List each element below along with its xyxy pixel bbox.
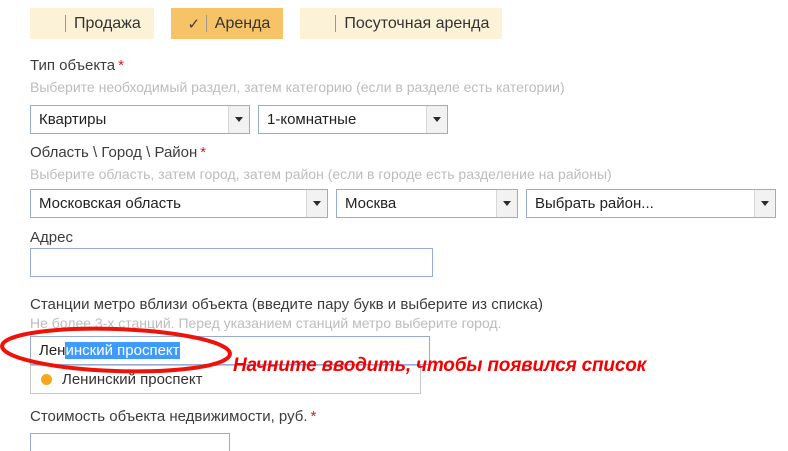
tab-label: Продажа xyxy=(74,15,141,33)
label-text: Тип объекта xyxy=(30,57,115,74)
dropdown-arrow-button[interactable] xyxy=(426,106,447,133)
tab-label: Аренда xyxy=(215,15,271,33)
location-label: Область \ Город \ Район* xyxy=(30,144,206,161)
chevron-down-icon xyxy=(761,201,769,206)
dropdown-arrow-button[interactable] xyxy=(306,190,327,217)
red-annotation-text: Начните вводить, чтобы появился список xyxy=(233,355,646,377)
check-icon: ✓ xyxy=(184,15,204,33)
category-select-value: 1-комнатные xyxy=(259,106,426,133)
metro-suggestion-text: Ленинский проспект xyxy=(62,371,203,388)
city-select-value: Москва xyxy=(337,190,496,217)
category-select[interactable]: 1-комнатные xyxy=(258,105,448,134)
tab-prodazha[interactable]: Продажа xyxy=(30,8,154,39)
object-type-selects: Квартиры 1-комнатные xyxy=(30,105,448,134)
tab-arenda[interactable]: ✓ Аренда xyxy=(171,8,284,39)
price-input[interactable] xyxy=(30,433,230,451)
required-asterisk: * xyxy=(118,57,124,74)
dropdown-arrow-button[interactable] xyxy=(496,190,517,217)
city-select[interactable]: Москва xyxy=(336,189,518,218)
chevron-down-icon xyxy=(503,201,511,206)
object-type-label: Тип объекта* xyxy=(30,57,124,74)
label-text: Область \ Город \ Район xyxy=(30,144,197,161)
deal-type-tabs: Продажа ✓ Аренда Посуточная аренда xyxy=(30,8,502,39)
address-input[interactable] xyxy=(30,248,433,277)
section-select-value: Квартиры xyxy=(31,106,228,133)
metro-hint: Не более 3-х станций. Перед указанием ст… xyxy=(30,315,502,331)
section-select[interactable]: Квартиры xyxy=(30,105,250,134)
metro-line-dot-icon xyxy=(41,374,52,385)
district-select[interactable]: Выбрать район... xyxy=(526,189,776,218)
metro-typed-text: Лен xyxy=(39,342,65,359)
tab-label: Посуточная аренда xyxy=(344,15,489,33)
region-select[interactable]: Московская область xyxy=(30,189,328,218)
address-label: Адрес xyxy=(30,229,73,246)
district-select-value: Выбрать район... xyxy=(527,190,754,217)
metro-label: Станции метро вблизи объекта (введите па… xyxy=(30,296,543,313)
location-selects: Московская область Москва Выбрать район.… xyxy=(30,189,776,218)
chevron-down-icon xyxy=(433,117,441,122)
label-text: Стоимость объекта недвижимости, руб. xyxy=(30,408,308,425)
object-type-hint: Выберите необходимый раздел, затем катег… xyxy=(30,79,565,95)
listing-form-page: Продажа ✓ Аренда Посуточная аренда Тип о… xyxy=(0,0,788,451)
dropdown-arrow-button[interactable] xyxy=(754,190,775,217)
metro-autocomplete-selection: инский проспект xyxy=(65,342,179,359)
required-asterisk: * xyxy=(311,408,317,425)
price-label: Стоимость объекта недвижимости, руб.* xyxy=(30,408,316,425)
tab-separator xyxy=(65,15,66,32)
required-asterisk: * xyxy=(200,144,206,161)
tab-posutochnaya-arenda[interactable]: Посуточная аренда xyxy=(300,8,502,39)
chevron-down-icon xyxy=(235,117,243,122)
tab-separator xyxy=(206,15,207,32)
location-hint: Выберите область, затем город, затем рай… xyxy=(30,166,612,182)
dropdown-arrow-button[interactable] xyxy=(228,106,249,133)
region-select-value: Московская область xyxy=(31,190,306,217)
tab-separator xyxy=(335,15,336,32)
chevron-down-icon xyxy=(313,201,321,206)
